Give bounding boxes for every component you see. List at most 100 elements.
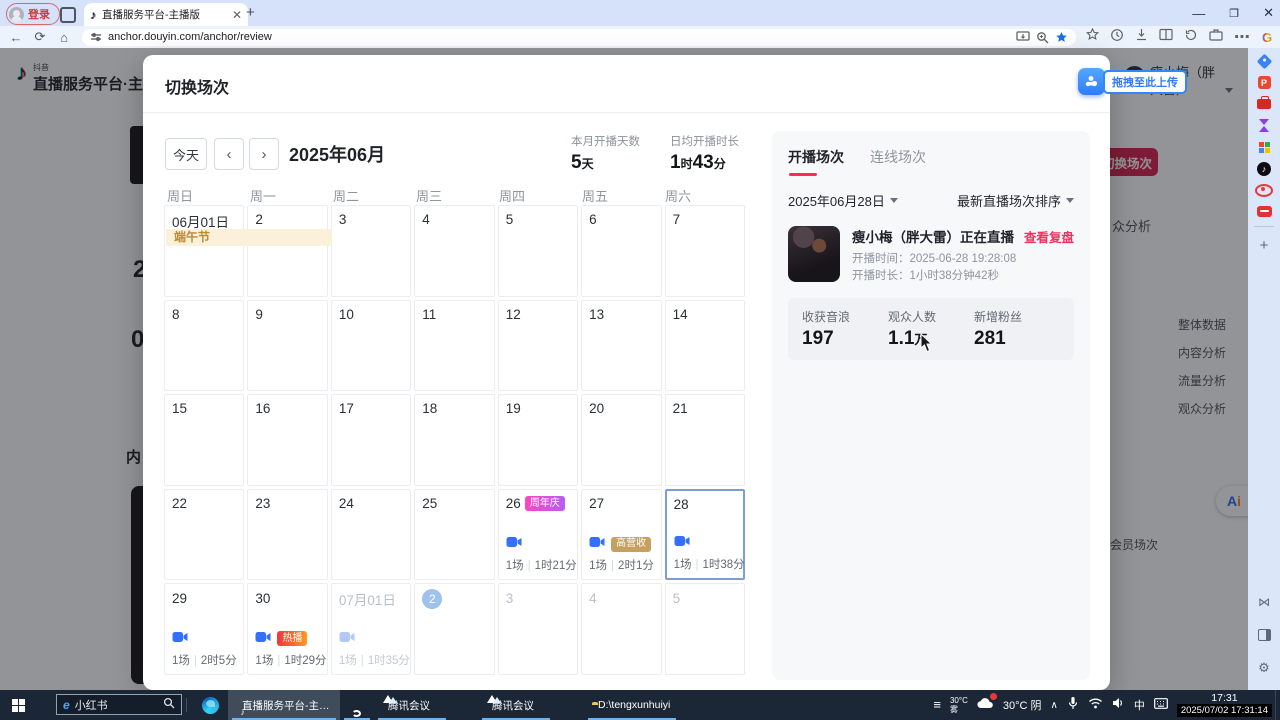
calendar-cell[interactable]: 23 [247, 489, 327, 581]
calendar-cell[interactable]: 24 [331, 489, 411, 581]
favorites-star-icon[interactable] [1086, 28, 1099, 46]
ime-indicator[interactable]: 中 [1134, 697, 1145, 713]
taskbar-clock[interactable]: 17:31 2025/07/02 17:31:14 [1177, 693, 1272, 717]
calendar-cell[interactable]: 13 [581, 300, 661, 392]
upload-widget[interactable]: 拖拽至此上传 [1078, 68, 1187, 95]
tiktok-icon[interactable]: ♪ [1248, 160, 1280, 178]
calendar-cell[interactable]: 15 [164, 394, 244, 486]
calendar-cell[interactable]: 291场|2时5分 [164, 583, 244, 675]
calendar-cell[interactable]: 281场|1时38分 [665, 489, 745, 581]
calendar-cell[interactable]: 7 [665, 205, 745, 297]
calendar-cell[interactable]: 30热播1场|1时29分 [247, 583, 327, 675]
calendar-cell[interactable]: 21 [665, 394, 745, 486]
add-panel-button[interactable]: + [1248, 236, 1280, 254]
site-info-icon[interactable] [90, 31, 102, 43]
downloads-icon[interactable] [1135, 28, 1148, 46]
toolbox-icon[interactable] [1248, 95, 1280, 113]
calendar-cell[interactable]: 20 [581, 394, 661, 486]
close-tab-icon[interactable]: ✕ [232, 9, 242, 21]
settings-gear-icon[interactable]: ⚙ [1248, 659, 1280, 677]
calendar-cell[interactable]: 06月01日端午节 [164, 205, 244, 297]
calendar-cell[interactable]: 10 [331, 300, 411, 392]
tab-link-sessions[interactable]: 连线场次 [870, 147, 926, 167]
start-button[interactable] [12, 690, 25, 720]
calendar-cell[interactable]: 4 [414, 205, 494, 297]
date-filter-dropdown[interactable]: 2025年06月28日 [788, 191, 898, 210]
tab-live-sessions[interactable]: 开播场次 [788, 147, 844, 167]
panel-icon[interactable] [1248, 626, 1280, 644]
eye-icon[interactable] [1248, 181, 1280, 199]
taskbar-app[interactable]: D:\tengxunhuiyi [584, 690, 680, 720]
calendar-cell[interactable]: 27高营收1场|2时1分 [581, 489, 661, 581]
calendar-cell[interactable]: 2 [414, 583, 494, 675]
taskbar-edge-button[interactable] [202, 690, 219, 720]
prev-month-button[interactable]: ‹ [214, 138, 244, 170]
new-tab-button[interactable]: + [246, 4, 255, 21]
calendar-cell[interactable]: 25 [414, 489, 494, 581]
session-card[interactable]: 瘦小梅（胖大雷）正在直播 查看复盘 开播时间：2025-06-28 19:28:… [788, 226, 1074, 284]
tag-icon[interactable] [1248, 52, 1280, 70]
hourglass-icon[interactable] [1248, 117, 1280, 135]
powerpoint-icon[interactable]: P [1248, 74, 1280, 92]
weather-text[interactable]: 30°C 阴 [1003, 697, 1042, 713]
reading-list-icon[interactable] [1159, 28, 1173, 46]
minimize-button[interactable]: — [1192, 6, 1205, 21]
history-clock-icon[interactable] [1110, 28, 1124, 47]
next-month-button[interactable]: › [249, 138, 279, 170]
mini-weather[interactable]: 30°C雾 [950, 696, 968, 714]
calendar-cell[interactable]: 17 [331, 394, 411, 486]
wifi-icon[interactable] [1088, 696, 1103, 714]
browser-tab[interactable]: ♪ 直播服务平台-主播版 ✕ [84, 3, 248, 26]
reload-icon[interactable]: ⟳ [28, 29, 52, 45]
close-button[interactable]: ✕ [1263, 5, 1274, 21]
grid-icon[interactable] [1248, 138, 1280, 156]
ribbon-icon[interactable]: ⋈ [1248, 593, 1280, 611]
taskbar-app[interactable]: 腾讯会议 [374, 690, 450, 720]
google-profile-icon[interactable]: G [1262, 30, 1272, 45]
sort-filter-dropdown[interactable]: 最新直播场次排序 [957, 191, 1074, 210]
calendar-cell[interactable]: 18 [414, 394, 494, 486]
calendar-cell[interactable]: 12 [498, 300, 578, 392]
calendar-cell[interactable]: 07月01日1场|1时35分 [331, 583, 411, 675]
calendar-cell[interactable]: 2 [247, 205, 327, 297]
calendar-cell[interactable]: 5 [665, 583, 745, 675]
hamburger-icon[interactable]: ≡ [933, 700, 941, 710]
calendar-cell[interactable]: 22 [164, 489, 244, 581]
weather-cloud-icon[interactable] [977, 696, 994, 714]
zoom-icon[interactable] [1036, 31, 1049, 44]
url-text[interactable]: anchor.douyin.com/anchor/review [108, 31, 1010, 43]
url-bar[interactable]: anchor.douyin.com/anchor/review [82, 29, 1076, 46]
calendar-cell[interactable]: 6 [581, 205, 661, 297]
today-button[interactable]: 今天 [165, 138, 207, 170]
calendar-cell[interactable]: 9 [247, 300, 327, 392]
calendar-cell[interactable]: 19 [498, 394, 578, 486]
view-review-link[interactable]: 查看复盘 [1024, 227, 1074, 246]
session-restore-icon[interactable] [1184, 28, 1198, 47]
speaker-icon[interactable] [1112, 696, 1125, 714]
bookmark-star-icon[interactable] [1055, 31, 1068, 44]
menu-dots-icon[interactable]: ⋯ [1234, 27, 1251, 47]
calendar-cell[interactable]: 8 [164, 300, 244, 392]
taskbar-app[interactable] [340, 690, 374, 720]
calendar-cell[interactable]: 26周年庆1场|1时21分 [498, 489, 578, 581]
calendar-cell[interactable]: 5 [498, 205, 578, 297]
back-icon[interactable]: ← [4, 30, 28, 45]
taskbar-search-box[interactable]: e 小红书 [56, 694, 182, 715]
show-desktop-button[interactable] [1275, 690, 1280, 720]
keyboard-icon[interactable] [1154, 696, 1168, 714]
mic-icon[interactable] [1067, 696, 1079, 715]
calendar-cell[interactable]: 3 [498, 583, 578, 675]
calendar-cell[interactable]: 3 [331, 205, 411, 297]
calendar-cell[interactable]: 11 [414, 300, 494, 392]
calendar-cell[interactable]: 16 [247, 394, 327, 486]
card-icon[interactable] [1248, 203, 1280, 221]
taskbar-app[interactable]: 直播服务平台-主播... [228, 690, 340, 720]
calendar-cell[interactable]: 4 [581, 583, 661, 675]
calendar-cell[interactable]: 14 [665, 300, 745, 392]
browser-login-chip[interactable]: 登录 [6, 3, 60, 25]
workspace-briefcase-icon[interactable] [1209, 28, 1223, 46]
taskbar-app[interactable]: 腾讯会议 [478, 690, 554, 720]
caret-up-icon[interactable]: ∧ [1051, 700, 1058, 711]
install-app-icon[interactable] [1016, 31, 1030, 43]
tab-group-icon[interactable] [60, 7, 76, 23]
